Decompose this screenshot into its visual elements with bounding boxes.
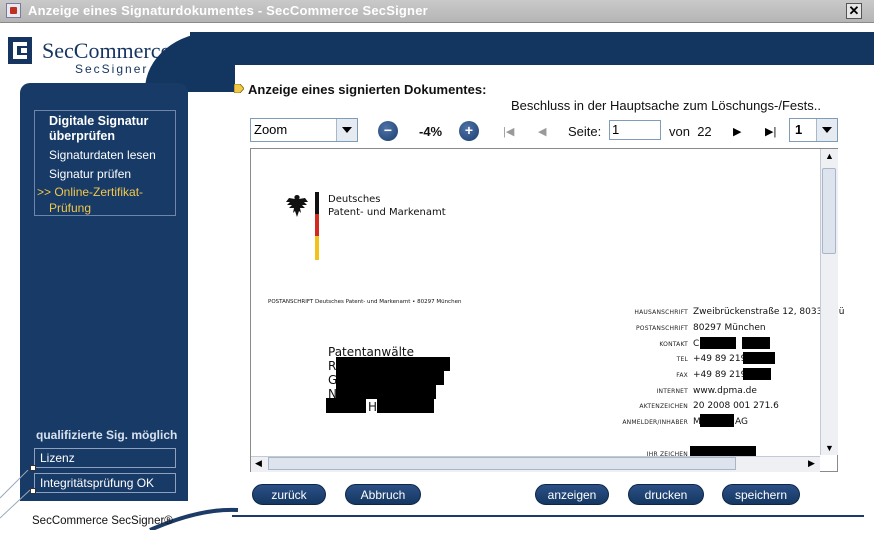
redaction-block: [326, 398, 366, 413]
show-button[interactable]: anzeigen: [535, 484, 609, 505]
redaction-block: [377, 398, 434, 413]
info-value-kontakt: C: [693, 339, 700, 349]
flag-red: [315, 214, 319, 236]
info-label-anmelder: ANMELDER/INHABER: [622, 419, 688, 426]
seccommerce-logo-icon: [8, 37, 32, 64]
header-bar: [190, 32, 874, 65]
page-total: von 22: [669, 124, 712, 139]
window-title: Anzeige eines Signaturdokumentes - SecCo…: [28, 3, 428, 18]
zoom-out-button[interactable]: −: [378, 121, 398, 141]
previous-page-button[interactable]: ◀: [538, 125, 546, 138]
info-label-hausanschrift: HAUSANSCHRIFT: [634, 309, 688, 316]
scroll-up-icon[interactable]: ▲: [825, 151, 834, 161]
vertical-scroll-thumb[interactable]: [822, 168, 836, 254]
page-title: Anzeige eines signierten Dokumentes:: [248, 82, 487, 97]
zoom-select-value: Zoom: [254, 122, 288, 137]
info-label-aktenzeichen: AKTENZEICHEN: [639, 403, 688, 410]
flag-gold: [315, 236, 319, 260]
recipient-line5: H: [368, 400, 378, 414]
info-value-aktenzeichen: 20 2008 001 271.6: [693, 401, 779, 411]
office-name-line1: Deutsches: [328, 194, 381, 205]
redaction-block: [336, 371, 444, 385]
redaction-block: [336, 357, 450, 371]
window-title-bar: Anzeige eines Signaturdokumentes - SecCo…: [0, 0, 874, 23]
scroll-right-icon[interactable]: ▶: [808, 458, 815, 469]
qualified-signature-text: qualifizierte Sig. möglich: [36, 428, 178, 442]
redaction-block: [700, 337, 736, 349]
chevron-down-icon[interactable]: [816, 119, 837, 141]
federal-eagle-icon: [286, 195, 308, 217]
sidebar-item-signaturdaten-lesen[interactable]: Signaturdaten lesen: [49, 148, 156, 162]
license-status-box: Lizenz: [34, 448, 176, 468]
redaction-block: [700, 414, 734, 427]
info-value-applicant-suffix: AG: [735, 417, 748, 427]
info-label-tel: TEL: [676, 356, 688, 363]
page-select-value: 1: [795, 122, 803, 137]
info-value-internet: www.dpma.de: [693, 386, 757, 396]
sidebar-item-pruefung[interactable]: Prüfung: [49, 201, 91, 215]
office-name-line2: Patent- und Markenamt: [328, 207, 446, 218]
scroll-down-icon[interactable]: ▼: [825, 443, 834, 453]
info-label-fax: FAX: [676, 372, 688, 379]
cancel-button[interactable]: Abbruch: [345, 484, 421, 505]
document-title: Beschluss in der Hauptsache zum Löschung…: [511, 98, 821, 113]
redaction-block: [743, 352, 775, 364]
scroll-left-icon[interactable]: ◀: [255, 458, 262, 469]
horizontal-scroll-thumb[interactable]: [268, 457, 736, 470]
footer-rule: [232, 515, 864, 517]
info-label-internet: INTERNET: [656, 388, 688, 395]
last-page-button[interactable]: ▶|: [765, 125, 776, 138]
info-label-kontakt: KONTAKT: [659, 341, 688, 348]
flag-black: [315, 192, 319, 214]
save-button[interactable]: speichern: [722, 484, 800, 505]
sidebar-item-signatur-pruefen[interactable]: Signatur prüfen: [49, 167, 131, 181]
sidebar-item-online-zertifikat[interactable]: >> Online-Zertifikat-: [37, 185, 143, 199]
info-label-postanschrift: POSTANSCHRIFT: [635, 325, 688, 332]
zoom-in-button[interactable]: +: [459, 121, 479, 141]
print-button[interactable]: drucken: [628, 484, 704, 505]
brand-product: SecSigner: [75, 62, 149, 76]
redaction-block: [690, 446, 756, 456]
back-button[interactable]: zurück: [252, 484, 326, 505]
footer-brand: SecCommerce SecSigner®: [32, 515, 173, 527]
arrow-bullet-icon: [234, 84, 244, 93]
total-pages: 22: [697, 124, 712, 139]
redaction-block: [336, 385, 436, 399]
page-label: Seite:: [568, 124, 602, 139]
redaction-block: [742, 337, 770, 349]
info-value-postanschrift: 80297 München: [693, 323, 766, 333]
brand-name: SecCommerce: [42, 38, 171, 63]
first-page-button[interactable]: |◀: [503, 125, 514, 138]
zoom-select[interactable]: Zoom: [250, 118, 358, 142]
sidebar-item-ueberpruefen[interactable]: überprüfen: [49, 129, 115, 143]
java-app-icon: [6, 3, 21, 18]
postanschrift-line: POSTANSCHRIFT Deutsches Patent- und Mark…: [268, 299, 462, 305]
page-select[interactable]: 1: [789, 118, 838, 142]
next-page-button[interactable]: ▶: [733, 125, 741, 138]
redaction-block: [743, 368, 771, 380]
sidebar-item-digitale-signatur[interactable]: Digitale Signatur: [49, 114, 148, 128]
close-window-button[interactable]: ✕: [846, 3, 862, 19]
zoom-percent: -4%: [419, 124, 443, 139]
page-number-input[interactable]: 1: [609, 120, 661, 140]
chevron-down-icon[interactable]: [336, 119, 357, 141]
of-label: von: [669, 124, 690, 139]
